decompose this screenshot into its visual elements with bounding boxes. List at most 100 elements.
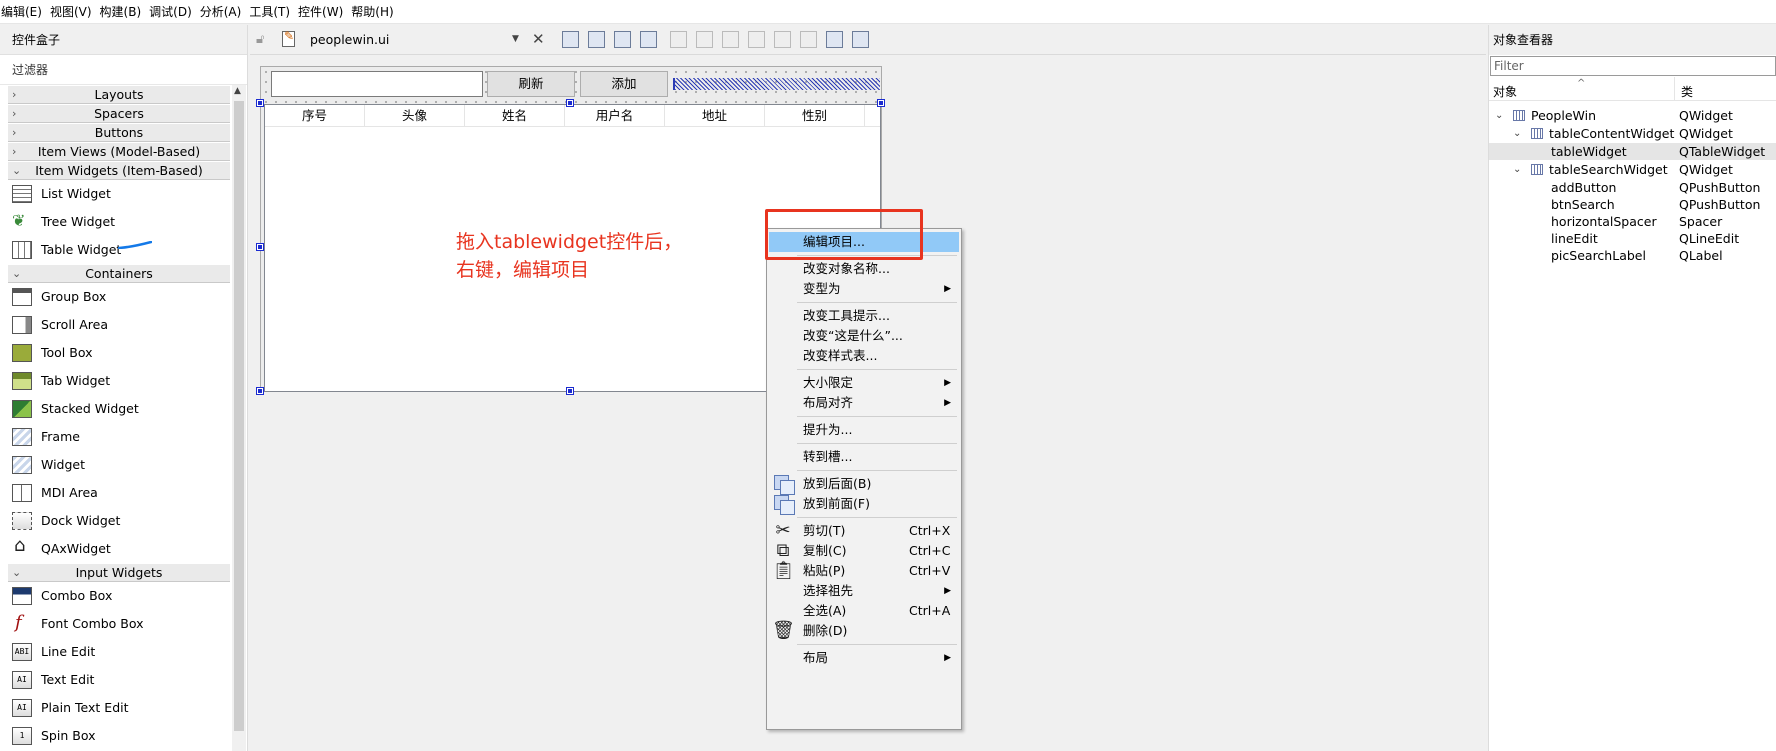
- resize-handle[interactable]: [566, 387, 574, 395]
- chevron-down-icon[interactable]: ⌄: [1495, 107, 1503, 124]
- context-menu-item[interactable]: ⧉ 复制(C) Ctrl+C: [769, 541, 959, 561]
- menu-view[interactable]: 视图(V): [50, 3, 100, 20]
- object-tree-row[interactable]: ⌄ PeopleWin QWidget: [1489, 107, 1776, 124]
- widget-item[interactable]: Combo Box: [8, 582, 230, 610]
- widget-item[interactable]: Font Combo Box: [8, 609, 230, 638]
- layout-horizontal-icon[interactable]: [670, 31, 687, 48]
- widget-item[interactable]: Scroll Area: [8, 311, 230, 339]
- menu-analyze[interactable]: 分析(A): [200, 3, 250, 20]
- search-line-edit[interactable]: [271, 71, 483, 97]
- widget-box-scrollbar[interactable]: ▲: [232, 85, 246, 751]
- context-menu-item[interactable]: 布局对齐 ▶: [769, 393, 959, 413]
- widget-item[interactable]: 1 Spin Box: [8, 722, 230, 750]
- layout-form-icon[interactable]: [774, 31, 791, 48]
- column-header-avatar[interactable]: 头像: [365, 105, 465, 127]
- context-menu-item[interactable]: 改变“这是什么”...: [769, 326, 959, 346]
- widget-item[interactable]: Dock Widget: [8, 507, 230, 535]
- context-menu-item[interactable]: 改变工具提示...: [769, 306, 959, 326]
- widget-category[interactable]: › Spacers: [8, 104, 230, 123]
- horizontal-spacer[interactable]: [673, 78, 880, 90]
- widget-item[interactable]: AI Plain Text Edit: [8, 694, 230, 722]
- context-menu-item[interactable]: 放到前面(F): [769, 494, 959, 515]
- object-tree-row[interactable]: lineEdit QLineEdit: [1489, 230, 1776, 247]
- context-menu-item[interactable]: 全选(A) Ctrl+A: [769, 601, 959, 621]
- chevron-down-icon[interactable]: ⌄: [1513, 161, 1521, 178]
- context-menu-item[interactable]: 改变样式表...: [769, 346, 959, 366]
- chevron-down-icon[interactable]: ⌄: [1513, 125, 1521, 142]
- widget-item[interactable]: ABI Line Edit: [8, 638, 230, 666]
- column-header-object[interactable]: 对象 ^: [1489, 77, 1674, 100]
- widget-item[interactable]: Tab Widget: [8, 367, 230, 395]
- context-menu-item[interactable]: 布局 ▶: [769, 648, 959, 668]
- context-menu-item[interactable]: 📋︎ 粘贴(P) Ctrl+V: [769, 561, 959, 581]
- object-tree-row[interactable]: btnSearch QPushButton: [1489, 196, 1776, 213]
- column-header-class[interactable]: 类: [1674, 77, 1774, 100]
- layout-grid-icon[interactable]: [800, 31, 817, 48]
- close-file-icon[interactable]: ✕: [532, 30, 545, 48]
- object-tree-row[interactable]: picSearchLabel QLabel: [1489, 247, 1776, 264]
- edit-tab-order-icon[interactable]: [640, 31, 657, 48]
- object-filter-input[interactable]: Filter: [1490, 56, 1776, 76]
- menu-debug[interactable]: 调试(D): [149, 3, 200, 20]
- menu-edit[interactable]: 编辑(E): [0, 3, 50, 20]
- file-dropdown-arrow-icon[interactable]: ▼: [512, 34, 519, 44]
- context-menu-item[interactable]: ✂ 剪切(T) Ctrl+X: [769, 521, 959, 541]
- object-tree-row[interactable]: tableWidget QTableWidget: [1489, 143, 1776, 160]
- resize-handle[interactable]: [877, 99, 885, 107]
- widget-category[interactable]: ⌄ Containers: [8, 264, 230, 283]
- object-tree-row[interactable]: horizontalSpacer Spacer: [1489, 213, 1776, 230]
- widget-category[interactable]: › Layouts: [8, 85, 230, 104]
- menu-widgets[interactable]: 控件(W): [298, 3, 351, 20]
- widget-item[interactable]: QAxWidget: [8, 532, 230, 563]
- context-menu-item[interactable]: 改变对象名称...: [769, 259, 959, 279]
- lock-icon[interactable]: 🔓︎: [256, 32, 264, 47]
- widget-category[interactable]: ⌄ Input Widgets: [8, 563, 230, 582]
- table-search-widget[interactable]: 刷新 添加: [261, 67, 881, 101]
- layout-vertical-splitter-icon[interactable]: [748, 31, 765, 48]
- widget-item[interactable]: Stacked Widget: [8, 395, 230, 423]
- context-menu-item[interactable]: 选择祖先 ▶: [769, 581, 959, 601]
- column-header-gender[interactable]: 性别: [765, 105, 865, 127]
- layout-vertical-icon[interactable]: [696, 31, 713, 48]
- layout-horizontal-splitter-icon[interactable]: [722, 31, 739, 48]
- object-tree-row[interactable]: ⌄ tableSearchWidget QWidget: [1489, 161, 1776, 178]
- context-menu-item[interactable]: 提升为...: [769, 420, 959, 440]
- menu-tools[interactable]: 工具(T): [249, 3, 298, 20]
- open-file-name[interactable]: peoplewin.ui: [310, 25, 389, 55]
- widget-item[interactable]: AI Text Edit: [8, 666, 230, 694]
- menu-build[interactable]: 构建(B): [100, 3, 150, 20]
- edit-buddies-icon[interactable]: [614, 31, 631, 48]
- widget-box-filter-input[interactable]: 过滤器: [0, 55, 247, 85]
- resize-handle[interactable]: [256, 387, 264, 395]
- widget-item[interactable]: Tree Widget: [8, 207, 230, 236]
- break-layout-icon[interactable]: [826, 31, 843, 48]
- context-menu-item[interactable]: 🗑︎ 删除(D): [769, 621, 959, 641]
- resize-handle[interactable]: [256, 99, 264, 107]
- add-button[interactable]: 添加: [580, 71, 668, 97]
- object-tree-row[interactable]: ⌄ tableContentWidget QWidget: [1489, 125, 1776, 142]
- widget-category[interactable]: › Item Views (Model-Based): [8, 142, 230, 161]
- resize-handle[interactable]: [256, 243, 264, 251]
- column-header-name[interactable]: 姓名: [465, 105, 565, 127]
- adjust-size-icon[interactable]: [852, 31, 869, 48]
- edit-signals-slots-icon[interactable]: [588, 31, 605, 48]
- object-tree-row[interactable]: addButton QPushButton: [1489, 179, 1776, 196]
- scroll-up-arrow-icon[interactable]: ▲: [234, 86, 241, 96]
- column-header-address[interactable]: 地址: [665, 105, 765, 127]
- menu-help[interactable]: 帮助(H): [351, 3, 401, 20]
- widget-item[interactable]: Tool Box: [8, 339, 230, 367]
- scrollbar-thumb[interactable]: [234, 101, 244, 731]
- widget-item[interactable]: List Widget: [8, 180, 230, 208]
- widget-category[interactable]: ⌄ Item Widgets (Item-Based): [8, 161, 230, 180]
- widget-item[interactable]: Widget: [8, 451, 230, 479]
- context-menu-item[interactable]: 变型为 ▶: [769, 279, 959, 299]
- column-header-index[interactable]: 序号: [265, 105, 365, 127]
- context-menu-item[interactable]: 大小限定 ▶: [769, 373, 959, 393]
- widget-item[interactable]: Group Box: [8, 283, 230, 311]
- context-menu-item[interactable]: 放到后面(B): [769, 474, 959, 495]
- widget-item[interactable]: MDI Area: [8, 479, 230, 507]
- column-header-username[interactable]: 用户名: [565, 105, 665, 127]
- refresh-button[interactable]: 刷新: [487, 71, 575, 97]
- edit-widgets-icon[interactable]: [562, 31, 579, 48]
- widget-item[interactable]: Frame: [8, 423, 230, 451]
